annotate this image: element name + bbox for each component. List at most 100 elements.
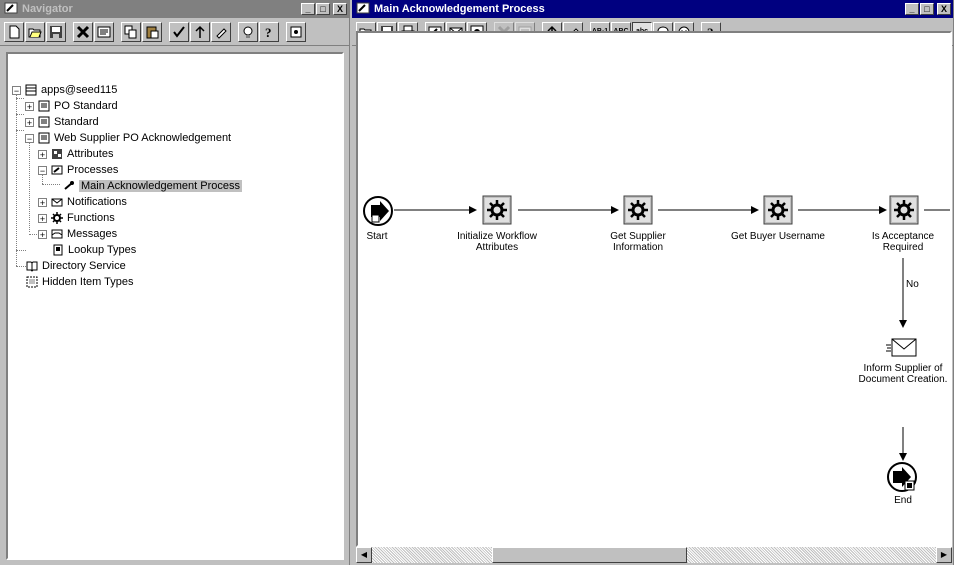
close-button[interactable]: X [937, 3, 951, 15]
maximize-button[interactable]: □ [316, 3, 330, 15]
gear-icon [50, 211, 64, 225]
item-type-icon [37, 99, 51, 113]
tree-node-label: Functions [67, 212, 115, 224]
minimize-button[interactable]: _ [301, 3, 315, 15]
tree-node-label: Main Acknowledgement Process [79, 180, 242, 192]
tree-node-attributes[interactable]: + Attributes [38, 146, 113, 162]
new-icon[interactable] [4, 21, 24, 42]
envelope-icon [50, 195, 64, 209]
get-buyer-node-label: Get Buyer Username [731, 231, 825, 242]
tree-node-label: Attributes [67, 148, 114, 160]
navigator-tree: − apps@seed115 + PO Standard + Standard … [6, 52, 344, 560]
tree-node-notifications[interactable]: + Notifications [38, 194, 127, 210]
scroll-left-button[interactable]: ◀ [356, 547, 372, 563]
navigator-title-bar[interactable]: Navigator _ □ X [0, 0, 349, 18]
tree-node-label: Standard [54, 116, 99, 128]
tree-node-label: Directory Service [42, 260, 126, 272]
end-node-label: End [894, 495, 912, 506]
function-node-gear-icon[interactable] [763, 195, 795, 228]
process-title-bar[interactable]: Main Acknowledgement Process _ □ X [352, 0, 953, 18]
tree-node-processes[interactable]: − Processes [38, 162, 118, 178]
tree-node-label: PO Standard [54, 100, 118, 112]
expand-icon[interactable]: + [38, 149, 47, 159]
function-node-gear-icon[interactable] [623, 195, 655, 228]
get-supplier-node-label: Get Supplier Information [610, 231, 666, 253]
edge-label-no: No [906, 279, 919, 290]
process-diagram-canvas[interactable]: Start Initialize Workflow Attributes Get… [356, 31, 952, 547]
tree-node-po-standard[interactable]: + PO Standard [25, 98, 118, 114]
database-icon [24, 83, 38, 97]
collapse-icon[interactable]: − [25, 133, 34, 143]
book-icon [25, 259, 39, 273]
tree-node-main-process[interactable]: Main Acknowledgement Process [62, 178, 242, 194]
save-icon[interactable] [46, 21, 66, 42]
process-icon [62, 179, 76, 193]
end-node-icon[interactable] [886, 461, 920, 496]
process-diagram [394, 206, 950, 461]
paste-icon[interactable] [142, 21, 162, 42]
tree-node-label: Web Supplier PO Acknowledgement [54, 132, 232, 144]
tree-node-root[interactable]: − apps@seed115 [12, 82, 117, 98]
svg-text:?: ? [265, 25, 272, 39]
tree-node-label: Lookup Types [68, 244, 137, 256]
expand-icon[interactable]: + [25, 101, 34, 111]
tree-node-label: Hidden Item Types [42, 276, 134, 288]
expand-icon[interactable]: + [38, 213, 47, 223]
attributes-icon [50, 147, 64, 161]
arrow-up-icon[interactable] [190, 21, 210, 42]
scroll-right-button[interactable]: ▶ [936, 547, 952, 563]
properties-icon[interactable] [94, 21, 114, 42]
navigator-app-icon [4, 2, 18, 17]
function-node-gear-icon[interactable] [482, 195, 514, 228]
inform-supplier-node-label: Inform Supplier of Document Creation. [858, 363, 948, 385]
process-app-icon [356, 2, 370, 17]
tree-node-directory-service[interactable]: Directory Service [25, 258, 126, 274]
scrollbar-thumb[interactable] [492, 547, 687, 563]
tree-node-label: Notifications [67, 196, 127, 208]
navigator-title: Navigator [22, 3, 73, 15]
tree-node-label: Messages [67, 228, 118, 240]
hidden-item-icon [25, 275, 39, 289]
scrollbar-track[interactable] [372, 547, 936, 563]
navigator-toolbar: ? [0, 18, 349, 46]
help-icon[interactable]: ? [259, 21, 279, 42]
function-node-gear-icon[interactable] [889, 195, 921, 228]
collapse-icon[interactable]: − [38, 165, 47, 175]
verify-icon[interactable] [169, 21, 189, 42]
item-type-icon [37, 131, 51, 145]
expand-icon[interactable]: + [38, 229, 47, 239]
tree-node-label: apps@seed115 [41, 84, 118, 96]
tree-node-hidden-item-types[interactable]: Hidden Item Types [25, 274, 134, 290]
start-node-icon[interactable] [362, 195, 394, 230]
start-node-label: Start [366, 231, 388, 242]
item-type-icon [37, 115, 51, 129]
process-window: Main Acknowledgement Process _ □ X AB-1 … [352, 0, 954, 565]
maximize-button[interactable]: □ [920, 3, 934, 15]
message-icon [50, 227, 64, 241]
delete-icon[interactable] [73, 21, 93, 42]
expand-icon[interactable]: + [38, 197, 47, 207]
tree-node-standard[interactable]: + Standard [25, 114, 99, 130]
process-title: Main Acknowledgement Process [374, 3, 545, 15]
tree-node-label: Processes [67, 164, 119, 176]
close-button[interactable]: X [333, 3, 347, 15]
collapse-icon[interactable]: − [12, 85, 21, 95]
process-icon [50, 163, 64, 177]
edit-icon[interactable] [211, 21, 231, 42]
navigator-window: Navigator _ □ X ? − apps@seed115 + PO St… [0, 0, 350, 565]
open-icon[interactable] [25, 21, 45, 42]
tree-node-web-supplier[interactable]: − Web Supplier PO Acknowledgement [25, 130, 231, 146]
minimize-button[interactable]: _ [905, 3, 919, 15]
tree-node-messages[interactable]: + Messages [38, 226, 117, 242]
tree-node-functions[interactable]: + Functions [38, 210, 115, 226]
notification-envelope-icon[interactable] [885, 337, 919, 362]
expand-icon[interactable]: + [25, 117, 34, 127]
tree-node-lookup-types[interactable]: Lookup Types [51, 242, 136, 258]
is-acceptance-node-label: Is Acceptance Required [871, 231, 935, 253]
initialize-node-label: Initialize Workflow Attributes [457, 231, 537, 253]
copy-icon[interactable] [121, 21, 141, 42]
lookup-icon [51, 243, 65, 257]
help-bulb-icon[interactable] [238, 21, 258, 42]
mode-icon[interactable] [286, 21, 306, 42]
horizontal-scrollbar[interactable]: ◀ ▶ [356, 547, 952, 563]
